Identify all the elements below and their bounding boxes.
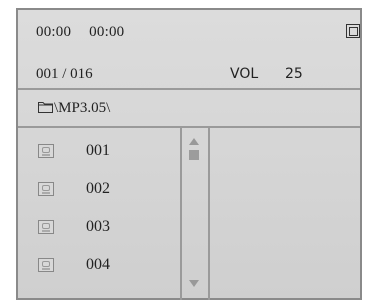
scroll-down-arrow-icon[interactable] <box>189 280 199 287</box>
file-row[interactable]: 001 <box>18 142 182 180</box>
music-file-icon <box>38 144 54 158</box>
path-bar: \MP3.05\ <box>18 90 360 128</box>
file-name: 001 <box>86 142 110 159</box>
music-file-icon <box>38 220 54 234</box>
total-time: 00:00 <box>89 24 125 40</box>
file-list: 001 002 003 004 <box>18 128 182 300</box>
status-panel: 00:00 00:00 001 / 016 VOL 25 <box>18 10 360 90</box>
scrollbar[interactable] <box>182 128 210 300</box>
file-name: 004 <box>86 256 110 273</box>
scroll-thumb[interactable] <box>189 150 199 160</box>
player-window: 00:00 00:00 001 / 016 VOL 25 \MP3.05\ 001… <box>16 8 362 300</box>
file-row[interactable]: 002 <box>18 180 182 218</box>
stop-icon[interactable] <box>346 24 360 38</box>
file-name: 002 <box>86 180 110 197</box>
elapsed-time: 00:00 <box>36 24 72 40</box>
volume-label: VOL <box>230 66 259 82</box>
file-name: 003 <box>86 218 110 235</box>
music-file-icon <box>38 258 54 272</box>
file-row[interactable]: 003 <box>18 218 182 256</box>
current-path: \MP3.05\ <box>54 100 111 116</box>
time-display: 00:00 00:00 <box>36 24 142 41</box>
scroll-up-arrow-icon[interactable] <box>189 138 199 145</box>
track-counter: 001 / 016 <box>36 66 93 82</box>
folder-icon <box>38 102 53 113</box>
music-file-icon <box>38 182 54 196</box>
preview-pane <box>210 128 360 300</box>
file-row[interactable]: 004 <box>18 256 182 294</box>
volume-value: 25 <box>285 66 303 82</box>
